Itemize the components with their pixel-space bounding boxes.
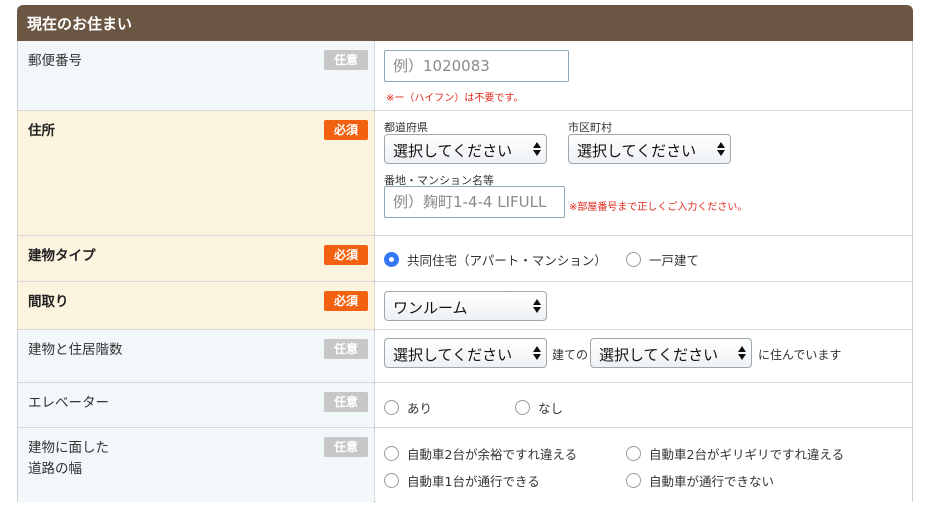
building-floors-connector: 建ての (552, 348, 589, 362)
radio-road-no-cars[interactable]: 自動車が通行できない (626, 471, 774, 490)
prefecture-label: 都道府県 (384, 121, 428, 134)
optional-badge: 任意 (324, 339, 368, 359)
radio-unchecked-icon (626, 446, 641, 461)
row-elevator: エレベーター 任意 あり なし (18, 383, 912, 428)
radio-unchecked-icon (384, 446, 399, 461)
street-address-input[interactable] (384, 186, 565, 218)
select-arrows-icon (533, 141, 542, 157)
radio-elevator-no[interactable]: なし (515, 398, 563, 417)
optional-badge: 任意 (324, 437, 368, 457)
radio-road-two-cars-easy[interactable]: 自動車2台が余裕ですれ違える (384, 444, 577, 463)
radio-unchecked-icon (626, 473, 641, 488)
building-type-label: 建物タイプ (28, 248, 96, 264)
optional-badge: 任意 (324, 392, 368, 412)
required-badge: 必須 (324, 245, 368, 265)
select-arrows-icon (717, 141, 726, 157)
floor-plan-label: 間取り (28, 294, 69, 310)
select-arrows-icon (738, 345, 747, 361)
radio-unchecked-icon (515, 400, 530, 415)
row-road-width: 建物に面した 道路の幅 任意 自動車2台が余裕ですれ違える 自動車2台がギリギリ… (18, 428, 912, 502)
select-arrows-icon (533, 298, 542, 314)
radio-detached-house[interactable]: 一戸建て (626, 250, 699, 269)
radio-unchecked-icon (626, 252, 641, 267)
street-address-note: ※部屋番号まで正しくご入力ください。 (569, 202, 748, 213)
prefecture-select[interactable]: 選択してください (384, 134, 547, 164)
row-address: 住所 必須 都道府県 選択してください 市区町村 選択してください 番地・マンシ… (18, 111, 912, 236)
road-width-label: 建物に面した 道路の幅 (28, 440, 109, 477)
city-select[interactable]: 選択してください (568, 134, 731, 164)
required-badge: 必須 (324, 120, 368, 140)
elevator-label: エレベーター (28, 395, 109, 411)
building-floors-select[interactable]: 選択してください (384, 338, 547, 368)
radio-checked-icon (384, 252, 399, 267)
row-building-type: 建物タイプ 必須 共同住宅（アパート・マンション） 一戸建て (18, 236, 912, 282)
select-arrows-icon (533, 345, 542, 361)
row-floor-plan: 間取り 必須 ワンルーム (18, 282, 912, 330)
postal-code-label: 郵便番号 (28, 53, 82, 69)
radio-road-two-cars-tight[interactable]: 自動車2台がギリギリですれ違える (626, 444, 844, 463)
row-building-floors: 建物と住居階数 任意 選択してください 建ての 選択してください に住んでいます (18, 330, 912, 383)
city-label: 市区町村 (568, 121, 612, 134)
section-title: 現在のお住まい (17, 5, 913, 41)
residence-floor-suffix: に住んでいます (758, 348, 842, 362)
row-postal-code: 郵便番号 任意 ※ー（ハイフン）は不要です。 (18, 41, 912, 111)
required-badge: 必須 (324, 291, 368, 311)
postal-code-input[interactable] (384, 50, 569, 82)
radio-road-one-car[interactable]: 自動車1台が通行できる (384, 471, 540, 490)
floor-plan-select[interactable]: ワンルーム (384, 291, 547, 321)
radio-apartment[interactable]: 共同住宅（アパート・マンション） (384, 250, 607, 269)
residence-form: 郵便番号 任意 ※ー（ハイフン）は不要です。 住所 必須 都道府県 選択してくだ… (17, 41, 913, 502)
residence-floor-select[interactable]: 選択してください (590, 338, 752, 368)
optional-badge: 任意 (324, 50, 368, 70)
address-label: 住所 (28, 123, 55, 139)
radio-elevator-yes[interactable]: あり (384, 398, 432, 417)
radio-unchecked-icon (384, 473, 399, 488)
building-floors-label: 建物と住居階数 (28, 342, 123, 358)
postal-code-note: ※ー（ハイフン）は不要です。 (386, 93, 524, 104)
radio-unchecked-icon (384, 400, 399, 415)
